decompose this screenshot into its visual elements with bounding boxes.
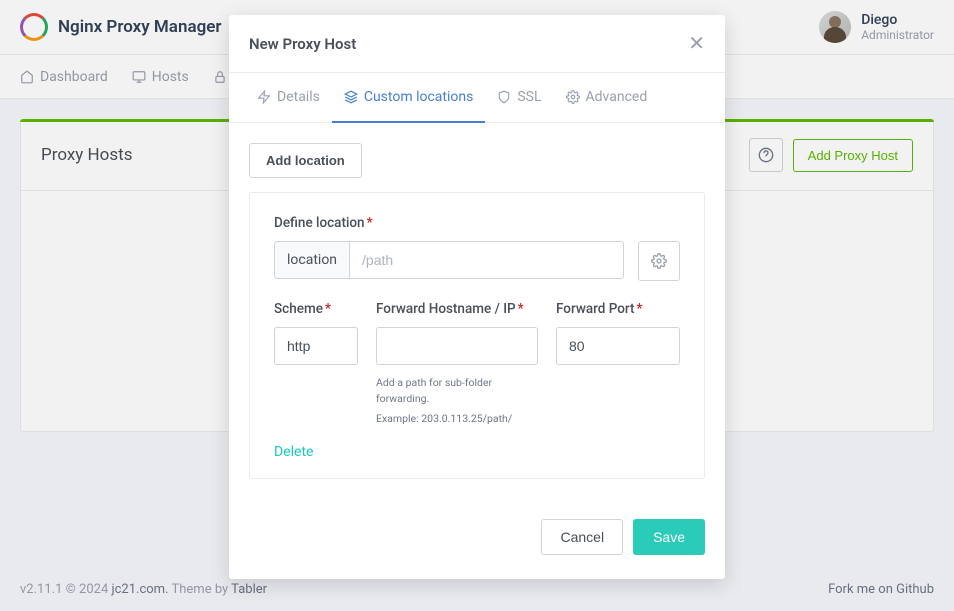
location-settings-button[interactable]: [638, 241, 680, 281]
port-label: Forward Port*: [556, 301, 680, 317]
settings-icon: [566, 90, 580, 104]
scheme-label: Scheme*: [274, 301, 358, 317]
hostname-hint2: Example: 203.0.113.25/path/: [376, 411, 538, 427]
hostname-input[interactable]: [376, 327, 538, 365]
location-input-group: location: [274, 241, 624, 279]
tab-label: Advanced: [586, 89, 648, 105]
cancel-button[interactable]: Cancel: [541, 519, 623, 555]
new-proxy-host-modal: New Proxy Host ✕ Details Custom location…: [229, 15, 725, 579]
close-icon: ✕: [688, 33, 705, 55]
location-card: Define location* location Scheme*: [249, 192, 705, 479]
layers-icon: [344, 90, 358, 104]
hostname-label: Forward Hostname / IP*: [376, 301, 538, 317]
tab-custom-locations[interactable]: Custom locations: [332, 73, 486, 123]
save-button[interactable]: Save: [633, 519, 705, 555]
required-indicator: *: [325, 301, 331, 317]
gear-icon: [651, 253, 667, 269]
modal-tabs: Details Custom locations SSL Advanced: [229, 73, 725, 123]
shield-icon: [497, 90, 511, 104]
hostname-hint1: Add a path for sub-folder forwarding.: [376, 375, 538, 407]
modal-footer: Cancel Save: [229, 499, 725, 579]
delete-location-link[interactable]: Delete: [274, 444, 313, 460]
tab-label: Custom locations: [364, 89, 474, 105]
modal-title: New Proxy Host: [249, 35, 356, 53]
required-indicator: *: [518, 301, 524, 317]
modal-body: Add location Define location* location: [229, 123, 725, 499]
close-button[interactable]: ✕: [688, 31, 705, 56]
tab-label: SSL: [517, 89, 541, 105]
tab-details[interactable]: Details: [245, 73, 332, 123]
modal-header: New Proxy Host ✕: [229, 15, 725, 73]
required-indicator: *: [637, 301, 643, 317]
tab-label: Details: [277, 89, 320, 105]
add-location-button[interactable]: Add location: [249, 143, 362, 178]
define-location-label: Define location*: [274, 215, 680, 231]
modal-overlay: New Proxy Host ✕ Details Custom location…: [0, 0, 954, 611]
location-path-input[interactable]: [350, 242, 623, 278]
required-indicator: *: [367, 215, 373, 231]
location-addon: location: [275, 242, 350, 278]
zap-icon: [257, 90, 271, 104]
tab-advanced[interactable]: Advanced: [554, 73, 660, 123]
scheme-input[interactable]: [274, 327, 358, 365]
tab-ssl[interactable]: SSL: [485, 73, 553, 123]
port-input[interactable]: [556, 327, 680, 365]
